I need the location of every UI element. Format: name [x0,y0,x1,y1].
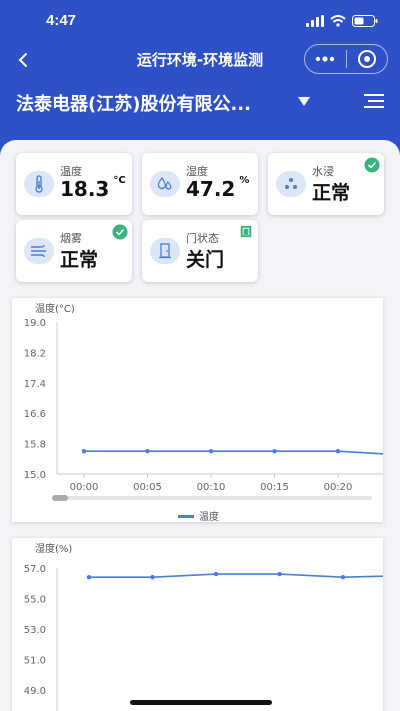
close-mini-program-button[interactable] [346,45,387,73]
y-tick-label: 15.0 [24,470,46,481]
temperature-chart-svg: 温度(°C) 19.0 18.2 17.4 16.6 15.8 15.0 00:00 00:05… [24,302,400,523]
y-tick-label: 57.0 [24,564,46,575]
data-point [86,574,92,580]
signal-icon [306,15,324,27]
temperature-number: 18.3 [60,177,110,201]
door-status-card[interactable]: 门状态 关门 [142,220,258,282]
x-tick-label: 00:10 [197,482,226,493]
door-status-value: 关门 [186,249,225,271]
more-button[interactable] [305,45,346,73]
series-line [89,573,400,578]
x-tick-label: 00:05 [133,482,162,493]
y-tick-label: 19.0 [24,318,46,329]
battery-icon [352,15,378,27]
check-circle-icon [112,224,128,240]
legend-label: 温度 [199,510,219,522]
data-point [277,571,282,577]
smoke-value: 正常 [60,249,99,271]
y-axis-title: 湿度(%) [35,542,72,555]
data-point [81,449,87,454]
status-time: 4:47 [46,12,77,29]
nav-bar: 运行环境-环境监测 [0,40,400,80]
humidity-number: 47.2 [186,177,236,201]
chart-scrollbar-thumb [52,495,68,501]
y-tick-label: 17.4 [24,379,46,390]
door-icon [150,238,180,264]
chart-scrollbar-track [52,496,372,500]
humidity-drops-icon [150,171,180,197]
data-point [145,449,150,454]
more-dots-icon [316,56,335,62]
caret-down-icon[interactable] [297,96,311,108]
humidity-value: 47.2% [186,175,250,201]
smoke-label: 烟雾 [60,232,82,245]
x-tick-label: 00:00 [70,482,99,493]
data-point [340,574,346,580]
mini-program-capsule [304,44,388,74]
temperature-value: 18.3 °C [60,175,126,201]
y-tick-label: 16.6 [24,409,46,420]
data-point [208,449,214,454]
company-selector-row: 法泰电器(江苏)股份有限公... [0,82,400,126]
company-selector[interactable]: 法泰电器(江苏)股份有限公... [16,90,251,116]
y-tick-label: 55.0 [24,595,46,606]
y-tick-label: 49.0 [24,686,46,697]
y-axis-title: 温度(°C) [35,302,75,315]
water-leak-card[interactable]: 水浸 正常 [268,153,384,215]
humidity-chart: 湿度(%) 57.0 55.0 53.0 51.0 49.0 [12,538,400,711]
humidity-card[interactable]: 湿度 47.2% [142,153,258,215]
temperature-card[interactable]: 温度 18.3 °C [16,153,132,215]
y-tick-label: 15.8 [24,440,46,451]
home-indicator [130,700,272,705]
door-closed-badge-icon [240,225,252,238]
door-status-label: 门状态 [186,232,219,245]
data-point [213,571,219,577]
y-tick-label: 51.0 [24,656,46,667]
x-tick-label: 00:20 [324,482,353,493]
wifi-icon [330,15,346,27]
x-tick-label: 00:15 [260,482,289,493]
humidity-chart-svg: 湿度(%) 57.0 55.0 53.0 51.0 49.0 [24,542,400,711]
y-tick-label: 18.2 [24,348,46,359]
status-bar: 4:47 [0,0,400,40]
water-drops-icon [276,171,306,197]
status-icons [306,14,378,28]
check-circle-icon [364,157,380,173]
target-circle-icon [357,50,376,68]
y-tick-label: 53.0 [24,625,46,636]
data-point [150,574,155,580]
smoke-card[interactable]: 烟雾 正常 [16,220,132,282]
data-point [272,449,277,454]
water-leak-label: 水浸 [312,165,334,178]
humidity-unit: % [239,175,250,186]
data-point [335,449,341,454]
menu-icon[interactable] [364,92,384,110]
temperature-chart: 温度(°C) 19.0 18.2 17.4 16.6 15.8 15.0 00:00 00:05… [12,298,400,523]
thermometer-icon [24,171,54,197]
smoke-icon [24,238,54,264]
legend-swatch [178,515,194,518]
main-content: 温度 18.3 °C 湿度 47.2% 水浸 正常 烟雾 正常 门状态 关门 温… [0,140,400,711]
water-leak-value: 正常 [312,182,351,204]
temperature-unit: °C [113,175,126,186]
